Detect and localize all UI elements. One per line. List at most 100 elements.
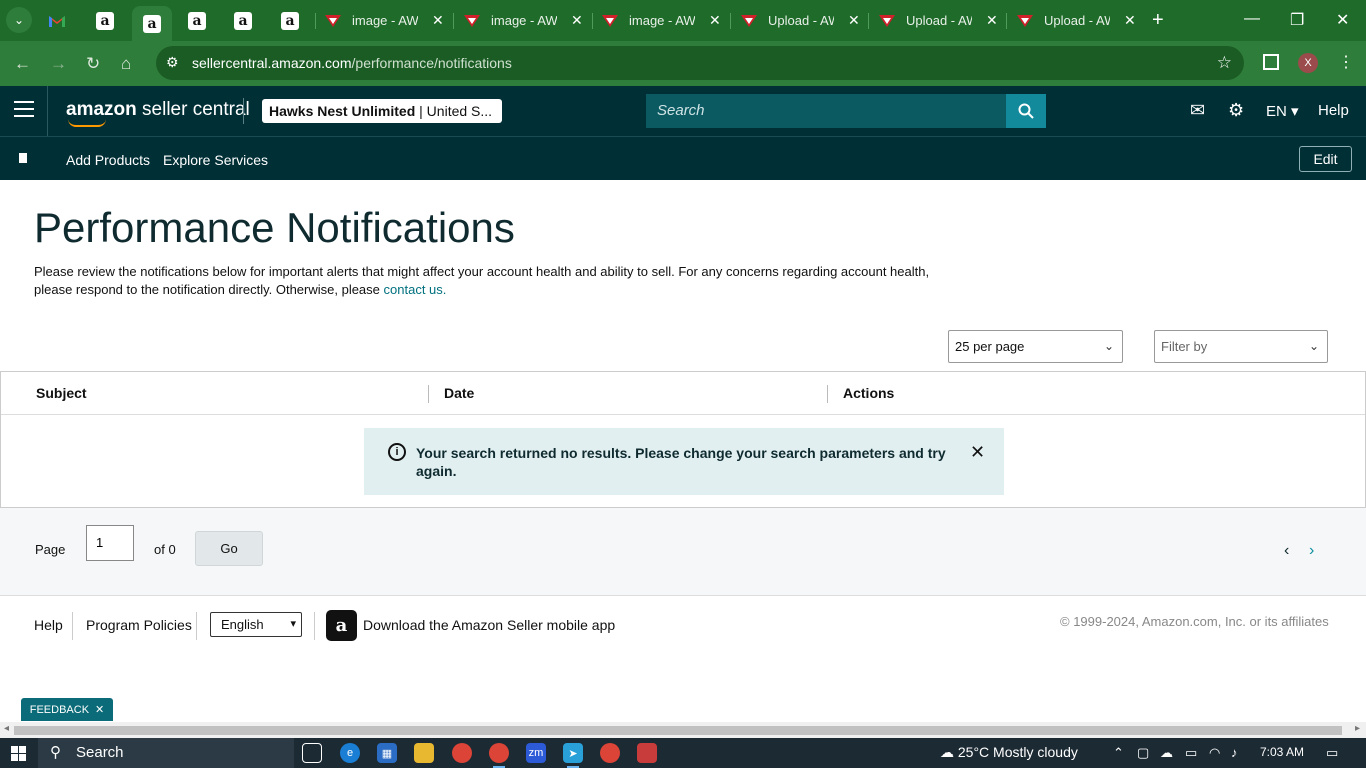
gear-icon[interactable]: ⚙	[1228, 100, 1244, 121]
tab-awl-upload-2[interactable]: Upload - AW ✕	[878, 6, 998, 35]
restore-button[interactable]: ❐	[1290, 10, 1304, 30]
contact-us-link[interactable]: contact us.	[384, 282, 447, 297]
tab-title: image - AWL	[352, 13, 418, 28]
help-link[interactable]: Help	[1318, 102, 1349, 119]
tab-awl-image-2[interactable]: image - AWL ✕	[463, 6, 583, 35]
search-icon: ⚲	[50, 744, 61, 761]
awl-icon	[324, 12, 342, 30]
volume-icon[interactable]: ♪	[1231, 745, 1238, 760]
minimize-button[interactable]: —	[1244, 10, 1260, 28]
chevron-down-icon: ⌄	[1308, 339, 1319, 353]
amazon-icon: a	[234, 11, 252, 30]
footer-language-select[interactable]: English ▾	[210, 612, 302, 637]
download-app-link[interactable]: Download the Amazon Seller mobile app	[363, 617, 615, 633]
chevron-right-icon[interactable]: ›	[1309, 542, 1314, 560]
close-icon[interactable]: ✕	[848, 12, 860, 29]
footer: Help Program Policies English ▾ a Downloa…	[0, 597, 1366, 657]
app-icon[interactable]	[637, 743, 657, 763]
browser-menu-icon[interactable]: ⋮	[1338, 52, 1354, 72]
zoom-icon[interactable]: zm	[526, 743, 546, 763]
hamburger-menu-icon[interactable]	[14, 101, 34, 122]
chrome-icon[interactable]	[452, 743, 472, 763]
tab-title: image - AWL	[629, 13, 695, 28]
close-icon[interactable]: ✕	[986, 12, 998, 29]
tab-awl-upload-1[interactable]: Upload - AW ✕	[740, 6, 860, 35]
bookmark-star-icon[interactable]: ☆	[1217, 53, 1232, 73]
close-icon[interactable]: ✕	[432, 12, 444, 29]
address-bar[interactable]: ⚙ sellercentral.amazon.com/performance/n…	[156, 46, 1244, 80]
program-policies-link[interactable]: Program Policies	[86, 617, 192, 633]
column-subject[interactable]: Subject	[36, 385, 87, 401]
new-tab-button[interactable]: +	[1152, 9, 1164, 32]
file-explorer-icon[interactable]	[414, 743, 434, 763]
tab-title: image - AWL	[491, 13, 557, 28]
windows-start-icon[interactable]	[11, 746, 26, 761]
task-view-icon[interactable]	[302, 743, 322, 763]
search-button[interactable]	[1006, 94, 1046, 128]
horizontal-scrollbar[interactable]: ◂ ▸	[0, 722, 1366, 738]
edge-icon[interactable]: e	[340, 743, 360, 763]
info-icon: i	[388, 443, 406, 461]
mail-icon[interactable]: ✉	[1190, 100, 1205, 121]
onedrive-icon[interactable]: ☁	[1160, 745, 1173, 761]
add-products-link[interactable]: Add Products	[66, 152, 150, 168]
telegram-icon[interactable]: ➤	[563, 743, 583, 768]
wifi-icon[interactable]: ◠	[1209, 745, 1220, 761]
tab-awl-image-3[interactable]: image - AWL ✕	[601, 6, 721, 35]
language-selector[interactable]: EN ▾	[1266, 102, 1299, 120]
tab-amazon-5[interactable]: a	[281, 6, 307, 35]
chevron-up-icon[interactable]: ⌃	[1113, 745, 1124, 761]
tab-search-button[interactable]: ⌄	[6, 7, 32, 33]
feedback-button[interactable]: FEEDBACK ✕	[21, 698, 113, 721]
gmail-icon	[48, 12, 66, 30]
go-button[interactable]: Go	[195, 531, 263, 566]
back-icon[interactable]: ←	[14, 54, 31, 74]
window-close-button[interactable]: ✕	[1336, 10, 1349, 30]
close-icon[interactable]: ✕	[709, 12, 721, 29]
bookmark-icon[interactable]	[19, 153, 27, 163]
per-page-select[interactable]: 25 per page ⌄	[948, 330, 1123, 363]
tab-amazon-4[interactable]: a	[234, 6, 260, 35]
close-icon[interactable]: ✕	[1124, 12, 1136, 29]
footer-help-link[interactable]: Help	[34, 617, 63, 633]
account-switcher[interactable]: Hawks Nest Unlimited | United S...	[262, 99, 502, 123]
close-icon[interactable]: ✕	[571, 12, 583, 29]
site-settings-icon[interactable]: ⚙	[166, 54, 179, 71]
clock[interactable]: 7:03 AM	[1260, 745, 1304, 759]
tab-title: Upload - AW	[1044, 13, 1110, 28]
edit-button[interactable]: Edit	[1299, 146, 1352, 172]
table-header: Subject Date Actions	[1, 372, 1365, 415]
profile-avatar[interactable]: X	[1298, 53, 1318, 73]
meet-icon[interactable]: ▢	[1137, 745, 1149, 761]
tab-amazon-1[interactable]: a	[96, 6, 122, 35]
column-date[interactable]: Date	[444, 385, 474, 401]
battery-icon[interactable]: ▭	[1185, 745, 1197, 761]
side-panel-icon[interactable]	[1263, 54, 1279, 70]
chrome-active-icon[interactable]	[489, 743, 509, 768]
awl-icon	[601, 12, 619, 30]
close-icon[interactable]: ✕	[970, 442, 985, 463]
seller-central-logo[interactable]: amazon seller central	[66, 99, 250, 127]
home-icon[interactable]: ⌂	[121, 54, 131, 74]
tab-gmail[interactable]	[48, 6, 76, 35]
tab-awl-upload-3[interactable]: Upload - AW ✕	[1016, 6, 1136, 35]
explore-services-link[interactable]: Explore Services	[163, 152, 268, 168]
store-icon[interactable]: ▦	[377, 743, 397, 763]
page-number-input[interactable]: 1	[86, 525, 134, 561]
filter-select[interactable]: Filter by ⌄	[1154, 330, 1328, 363]
reload-icon[interactable]: ↻	[86, 54, 100, 74]
tab-amazon-active[interactable]: a	[132, 6, 172, 41]
weather-widget[interactable]: ☁ 25°C Mostly cloudy	[940, 744, 1078, 761]
search-input[interactable]: Search	[646, 94, 1006, 128]
chrome-profile-icon[interactable]	[600, 743, 620, 763]
tab-awl-image-1[interactable]: image - AWL ✕	[324, 6, 444, 35]
notifications-icon[interactable]: ▭	[1326, 745, 1338, 761]
copyright: © 1999-2024, Amazon.com, Inc. or its aff…	[1060, 614, 1329, 629]
notifications-table: Subject Date Actions i Your search retur…	[0, 371, 1366, 508]
tab-amazon-3[interactable]: a	[188, 6, 214, 35]
chevron-left-icon[interactable]: ‹	[1284, 542, 1289, 560]
amazon-icon: a	[143, 14, 161, 33]
taskbar-search[interactable]: ⚲ Search	[38, 738, 294, 768]
seller-app-icon[interactable]: a	[326, 610, 357, 641]
forward-icon[interactable]: →	[50, 54, 67, 74]
